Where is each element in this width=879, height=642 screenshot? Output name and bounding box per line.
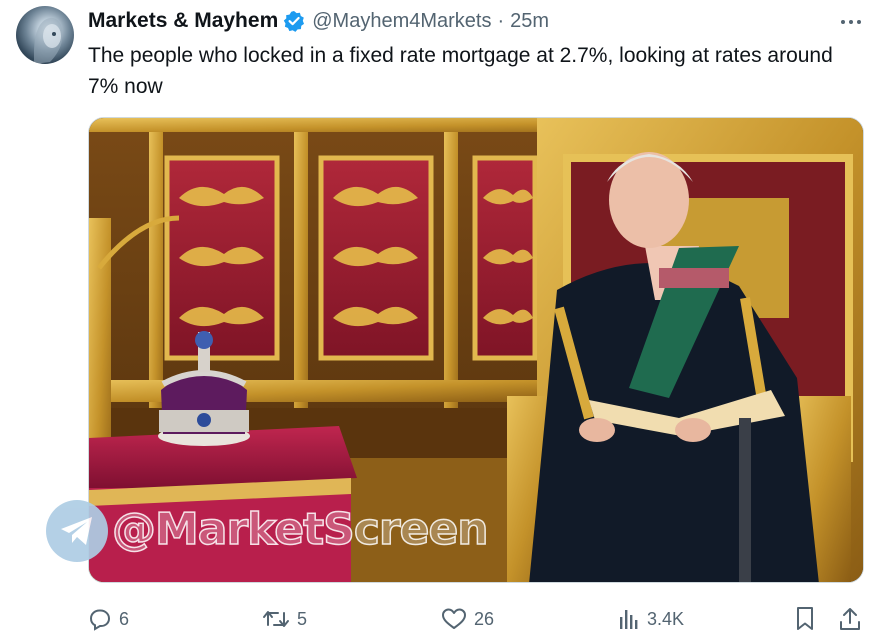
retweet-icon [262, 607, 290, 631]
user-handle[interactable]: @Mayhem4Markets [312, 10, 491, 33]
tweet-header: Markets & Mayhem @Mayhem4Markets · 25m [88, 8, 549, 34]
separator-dot: · [497, 9, 505, 32]
share-icon [838, 606, 862, 632]
bookmark-icon [794, 606, 816, 632]
like-count: 26 [474, 608, 495, 629]
verified-badge-icon [283, 10, 305, 32]
retweet-button[interactable]: 5 [262, 603, 307, 635]
share-button[interactable] [838, 603, 862, 635]
bookmark-button[interactable] [794, 603, 816, 635]
reply-button[interactable]: 6 [88, 603, 129, 635]
more-icon[interactable] [836, 10, 866, 34]
timestamp[interactable]: 25m [510, 10, 549, 33]
reply-count: 6 [119, 608, 130, 629]
views-icon [618, 607, 640, 631]
avatar[interactable] [16, 6, 74, 64]
views-count: 3.4K [647, 608, 685, 629]
views-button[interactable]: 3.4K [618, 603, 684, 635]
action-bar: 6 5 26 3.4K [0, 603, 879, 635]
retweet-count: 5 [297, 608, 308, 629]
tweet-text: The people who locked in a fixed rate mo… [88, 44, 833, 98]
reply-icon [88, 607, 112, 631]
like-icon [441, 607, 467, 631]
display-name[interactable]: Markets & Mayhem [88, 9, 278, 33]
watermark-text: @MarketScreen [111, 503, 489, 556]
telegram-icon [46, 500, 108, 562]
like-button[interactable]: 26 [441, 603, 494, 635]
